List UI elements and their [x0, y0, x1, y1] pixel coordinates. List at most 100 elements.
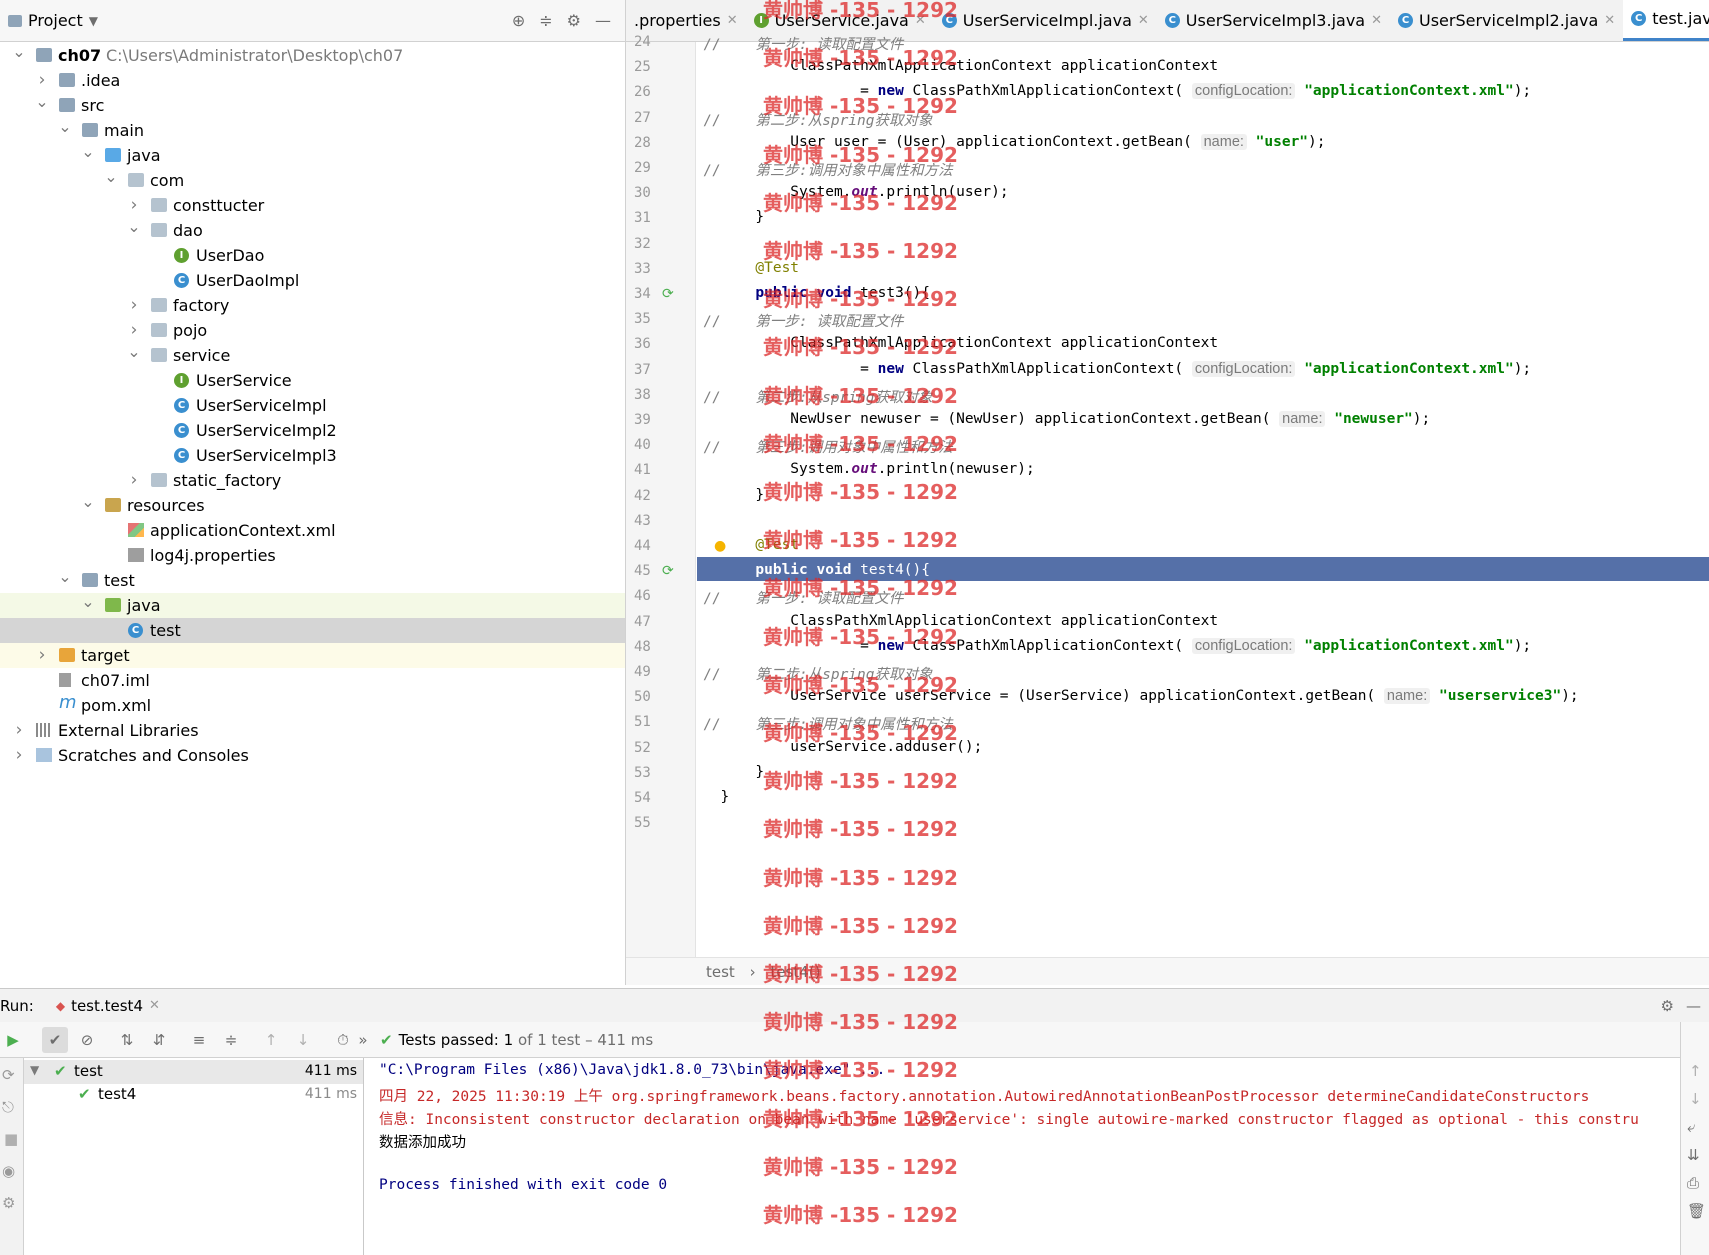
expand-all-icon[interactable]: ≡ — [186, 1027, 212, 1053]
run-tab-label: test.test4 — [71, 996, 143, 1015]
show-ignored-icon[interactable]: ⊘ — [74, 1027, 100, 1053]
project-view-selector[interactable]: Project ▼ — [8, 11, 98, 30]
close-icon[interactable]: ✕ — [1604, 13, 1615, 28]
scroll-up-icon[interactable]: ↑ — [1689, 1062, 1709, 1080]
history-icon[interactable]: ⏱ — [330, 1027, 356, 1053]
tree-item[interactable]: › target — [0, 643, 625, 668]
chevron-down-icon[interactable]: ⌄ — [81, 589, 95, 614]
run-test-icon[interactable]: ⟳ — [662, 286, 674, 302]
gear-icon[interactable]: ⚙ — [1661, 997, 1674, 1015]
chevron-down-icon[interactable]: ⌄ — [58, 564, 72, 589]
chevron-right-icon[interactable]: › — [127, 293, 141, 318]
tree-item[interactable]: ⌄ resources — [0, 492, 625, 518]
sort-duration-icon[interactable]: ⇵ — [146, 1027, 172, 1053]
close-icon[interactable]: ✕ — [1371, 13, 1382, 28]
next-test-icon[interactable]: ↓ — [290, 1027, 316, 1053]
trash-icon[interactable]: 🗑 — [1687, 1202, 1709, 1220]
sort-alpha-icon[interactable]: ⇅ — [114, 1027, 140, 1053]
run-tab[interactable]: ◆ test.test4 ✕ — [56, 997, 160, 1015]
chevron-down-icon[interactable]: ⌄ — [81, 489, 95, 514]
tree-item[interactable]: I UserDao — [0, 243, 625, 268]
tree-item[interactable]: › factory — [0, 293, 625, 318]
tree-item[interactable]: m pom.xml — [0, 692, 625, 718]
hide-icon[interactable]: — — [1686, 997, 1701, 1015]
locate-icon[interactable]: ⊕ — [512, 11, 525, 30]
chevron-right-icon[interactable]: › — [12, 718, 26, 743]
debug-icon[interactable]: ⟳ — [2, 1066, 23, 1084]
chevron-down-icon[interactable]: ⌄ — [12, 43, 26, 64]
rerun-icon[interactable]: ▶ — [0, 1027, 26, 1053]
chevron-down-icon[interactable]: ⌄ — [104, 164, 118, 189]
tree-item[interactable]: ⌄ java — [0, 142, 625, 168]
chevron-down-icon[interactable]: ▼ — [89, 14, 98, 28]
chevron-down-icon[interactable]: ▼ — [30, 1063, 39, 1077]
tab-label: test.java — [1652, 9, 1709, 28]
previous-test-icon[interactable]: ↑ — [258, 1027, 284, 1053]
code-line: // 第三步:调用对象中属性和方法 — [703, 440, 953, 457]
lightbulb-icon[interactable]: ● — [714, 538, 726, 554]
tree-item-label: src — [81, 96, 105, 115]
stop-icon[interactable]: ■ — [4, 1130, 23, 1148]
tree-item[interactable]: ⌄ com — [0, 167, 625, 193]
tree-item[interactable]: ⌄ java — [0, 592, 625, 618]
scroll-down-icon[interactable]: ↓ — [1689, 1090, 1709, 1108]
close-icon[interactable]: ✕ — [727, 13, 738, 28]
collapse-all-icon[interactable]: ≑ — [218, 1027, 244, 1053]
show-passed-icon[interactable]: ✔ — [42, 1026, 68, 1053]
chevron-down-icon[interactable]: ⌄ — [127, 339, 141, 364]
tree-item[interactable]: › External Libraries — [0, 718, 625, 743]
tree-item[interactable]: log4j.properties — [0, 543, 625, 568]
tree-item[interactable]: › Scratches and Consoles — [0, 743, 625, 768]
tree-item[interactable]: ⌄ ch07 C:\Users\Administrator\Desktop\ch07 — [0, 43, 625, 68]
editor-tab[interactable]: Ctest.java✕ — [1623, 0, 1709, 41]
chevron-down-icon[interactable]: ⌄ — [35, 89, 49, 114]
camera-icon[interactable]: ◉ — [2, 1162, 23, 1180]
chevron-down-icon[interactable]: ⌄ — [81, 139, 95, 164]
tree-item[interactable]: C UserDaoImpl — [0, 268, 625, 293]
editor-tab[interactable]: C UserServiceImpl3.java ✕ — [1157, 0, 1390, 41]
tree-item[interactable]: C UserServiceImpl2 — [0, 418, 625, 443]
chevron-down-icon[interactable]: ⌄ — [127, 214, 141, 239]
editor-tab[interactable]: C UserServiceImpl.java ✕ — [934, 0, 1157, 41]
tree-item[interactable]: › pojo — [0, 318, 625, 343]
chevron-right-icon[interactable]: › — [35, 643, 49, 668]
tree-item[interactable]: ⌄ service — [0, 342, 625, 368]
close-icon[interactable]: ✕ — [915, 13, 926, 28]
test-name[interactable]: test4 — [98, 1085, 136, 1103]
chevron-down-icon[interactable]: ⌄ — [58, 114, 72, 139]
tree-item[interactable]: C UserServiceImpl — [0, 393, 625, 418]
breadcrumb-class[interactable]: test — [706, 963, 735, 981]
console-output[interactable]: "C:\Program Files (x86)\Java\jdk1.8.0_73… — [365, 1058, 1680, 1255]
tree-item-label: applicationContext.xml — [150, 521, 336, 540]
ide-window: Project ▼ ⊕ ≑ ⚙ — ⌄ ch07 C:\Users\Administ… — [0, 0, 1709, 1255]
run-test-icon[interactable]: ⟳ — [662, 563, 674, 579]
close-icon[interactable]: ✕ — [149, 998, 160, 1013]
restore-icon[interactable]: ⎋ — [2, 1098, 23, 1116]
gear-icon[interactable]: ⚙ — [567, 11, 581, 30]
tree-item[interactable]: Ctest — [0, 618, 625, 643]
more-icon[interactable]: » — [356, 1027, 370, 1053]
settings-icon[interactable]: ⚙ — [2, 1194, 23, 1212]
tree-item[interactable]: › .idea — [0, 68, 625, 93]
close-icon[interactable]: ✕ — [1138, 13, 1149, 28]
scroll-to-end-icon[interactable]: ⇊ — [1687, 1146, 1709, 1164]
package-icon — [151, 223, 167, 237]
line-number: 54 — [634, 790, 651, 806]
tree-item[interactable]: applicationContext.xml — [0, 518, 625, 543]
tree-item[interactable]: ⌄ src — [0, 92, 625, 118]
tree-item[interactable]: I UserService — [0, 368, 625, 393]
line-number: 28 — [634, 134, 651, 151]
collapse-all-icon[interactable]: ≑ — [539, 11, 552, 30]
print-icon[interactable]: ⎙ — [1687, 1174, 1709, 1192]
tree-item[interactable]: C UserServiceImpl3 — [0, 443, 625, 468]
breadcrumb-method[interactable]: test4() — [770, 963, 820, 981]
tree-item[interactable]: › consttucter — [0, 193, 625, 218]
soft-wrap-icon[interactable]: ⤶ — [1687, 1118, 1709, 1136]
chevron-right-icon[interactable]: › — [127, 468, 141, 493]
package-icon — [151, 198, 167, 212]
hide-icon[interactable]: — — [595, 11, 611, 30]
chevron-right-icon[interactable]: › — [12, 743, 26, 768]
tree-item[interactable]: ch07.iml — [0, 668, 625, 693]
editor-tab[interactable]: C UserServiceImpl2.java ✕ — [1390, 0, 1623, 41]
tree-item[interactable]: ⌄ dao — [0, 217, 625, 243]
